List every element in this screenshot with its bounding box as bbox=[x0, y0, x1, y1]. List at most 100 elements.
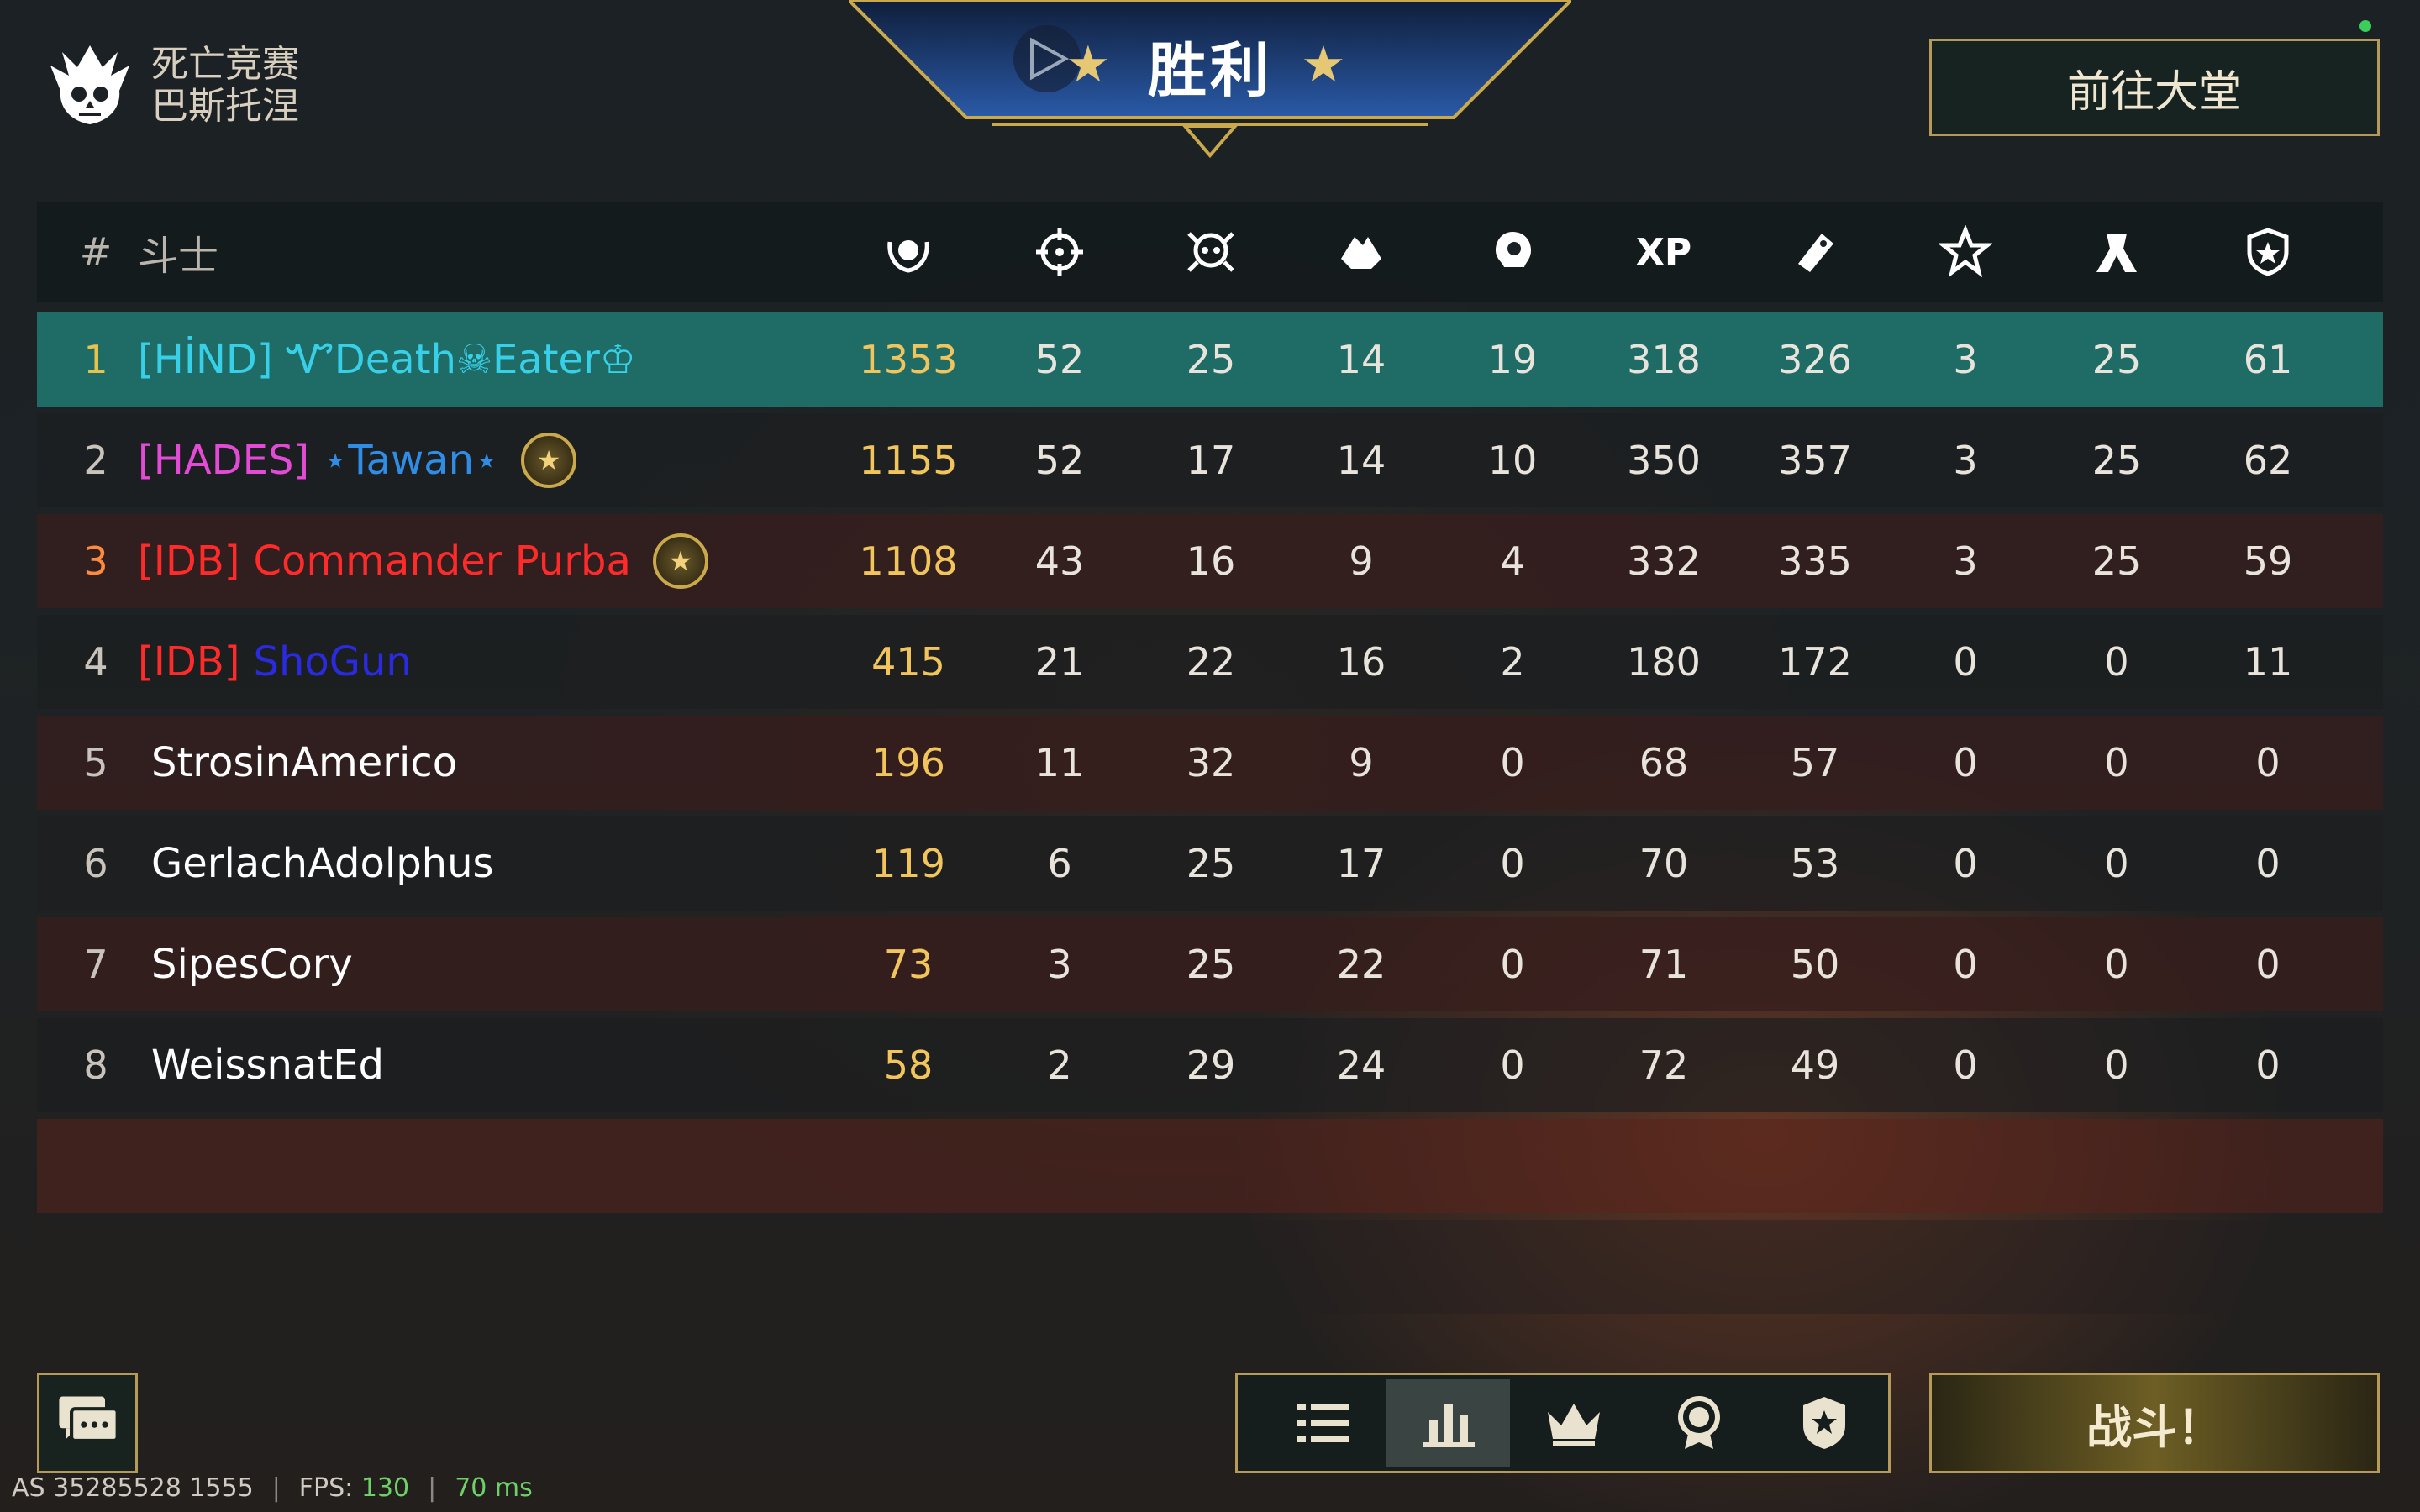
score-value: 73 bbox=[883, 942, 934, 987]
chat-button[interactable] bbox=[37, 1373, 138, 1473]
results-tab-bar bbox=[1235, 1373, 1891, 1473]
player-name-cell[interactable]: GerlachAdolphus bbox=[138, 816, 894, 911]
kills-value: 6 bbox=[1047, 841, 1072, 886]
stars-value: 0 bbox=[1953, 942, 1978, 987]
tab-rewards[interactable] bbox=[1512, 1379, 1635, 1467]
tab-medals[interactable] bbox=[1638, 1379, 1761, 1467]
assists-value: 24 bbox=[1336, 1042, 1386, 1088]
player-name-cell[interactable]: WeissnatEd bbox=[138, 1018, 894, 1112]
fight-button[interactable]: 战斗！ bbox=[1929, 1373, 2380, 1473]
deaths-value: 32 bbox=[1186, 740, 1236, 785]
xp-value: 180 bbox=[1627, 639, 1701, 685]
list-icon bbox=[1297, 1404, 1349, 1442]
star-icon: ★ bbox=[1301, 35, 1346, 94]
tokens-value: 49 bbox=[1790, 1042, 1840, 1088]
player-name: ⋆Tawan⋆ bbox=[323, 437, 500, 484]
star-icon: ★ bbox=[1065, 35, 1111, 94]
shield-value: 62 bbox=[2243, 438, 2293, 483]
stars-value: 3 bbox=[1953, 538, 1978, 584]
clan-tag: [HADES] bbox=[138, 437, 310, 484]
deaths-value: 25 bbox=[1186, 942, 1236, 987]
xp-value: 70 bbox=[1639, 841, 1689, 886]
tokens-value: 57 bbox=[1790, 740, 1840, 785]
assists-value: 16 bbox=[1336, 639, 1386, 685]
player-rank: 1 bbox=[83, 337, 108, 382]
assists-value: 17 bbox=[1336, 841, 1386, 886]
xp-value: 350 bbox=[1627, 438, 1701, 483]
medal-icon bbox=[1678, 1396, 1721, 1449]
kills-value: 43 bbox=[1034, 538, 1085, 584]
rank-badge-icon: ★ bbox=[652, 533, 708, 589]
assists-value: 9 bbox=[1349, 538, 1374, 584]
score-value: 1155 bbox=[859, 438, 958, 483]
assists-value: 22 bbox=[1336, 942, 1386, 987]
shield-value: 0 bbox=[2255, 942, 2281, 987]
assists-value: 14 bbox=[1336, 438, 1386, 483]
score-value: 1353 bbox=[859, 337, 958, 382]
tab-list[interactable] bbox=[1261, 1379, 1385, 1467]
player-row[interactable]: 3 [IDB] Commander Purba ★ 1108 43 16 9 4 332 335 3 2… bbox=[37, 514, 2383, 608]
ping-value: 70 ms bbox=[455, 1473, 533, 1503]
deaths-value: 17 bbox=[1186, 438, 1236, 483]
stars-value: 3 bbox=[1953, 438, 1978, 483]
shield-value: 11 bbox=[2243, 639, 2293, 685]
player-rank: 4 bbox=[83, 639, 108, 685]
empty-row bbox=[37, 1220, 2383, 1314]
xp-value: 71 bbox=[1639, 942, 1689, 987]
deaths-value: 22 bbox=[1186, 639, 1236, 685]
player-row[interactable]: 1 [HİND] ᏉDeath☠Eater♔ 1353 52 25 14 19 318 326 3 2… bbox=[37, 312, 2383, 407]
go-to-lobby-button[interactable]: 前往大堂 bbox=[1929, 39, 2380, 136]
player-name: GerlachAdolphus bbox=[151, 840, 494, 887]
rank-value: 25 bbox=[2091, 337, 2142, 382]
rank-value: 25 bbox=[2091, 538, 2142, 584]
player-row[interactable]: 7 SipesCory 73 3 25 22 0 71 50 0 0 0 bbox=[37, 917, 2383, 1011]
headshots-value: 0 bbox=[1500, 1042, 1525, 1088]
assists-value: 9 bbox=[1349, 740, 1374, 785]
clan-tag: [IDB] bbox=[138, 538, 240, 585]
kills-value: 52 bbox=[1034, 337, 1085, 382]
rank-chevron-icon bbox=[2049, 202, 2184, 302]
headshots-value: 10 bbox=[1487, 438, 1538, 483]
xp-value: 332 bbox=[1627, 538, 1701, 584]
empty-row bbox=[37, 1119, 2383, 1213]
xp-header: XP bbox=[1635, 230, 1692, 274]
player-name-cell[interactable]: SipesCory bbox=[138, 917, 894, 1011]
xp-value: 68 bbox=[1639, 740, 1689, 785]
bar-chart-icon bbox=[1422, 1404, 1475, 1447]
deaths-value: 16 bbox=[1186, 538, 1236, 584]
tokens-value: 50 bbox=[1790, 942, 1840, 987]
player-name: ᏉDeath☠Eater♔ bbox=[286, 335, 636, 383]
shield-icon bbox=[2201, 202, 2335, 302]
scoreboard: # 斗士 XP 1 [HİND] ᏉDeath☠Eater♔ 1353 52 2… bbox=[37, 202, 2383, 1320]
network-status-bar: AS 35285528 1555 | FPS: 130 | 70 ms bbox=[12, 1473, 533, 1503]
player-name: Commander Purba bbox=[253, 538, 631, 585]
server-id: AS 35285528 1555 bbox=[12, 1473, 254, 1503]
headshot-icon bbox=[1445, 202, 1580, 302]
token-icon bbox=[1748, 202, 1882, 302]
rank-value: 25 bbox=[2091, 438, 2142, 483]
rank-value: 0 bbox=[2104, 639, 2129, 685]
player-name-cell[interactable]: StrosinAmerico bbox=[138, 716, 894, 810]
player-name: StrosinAmerico bbox=[151, 739, 458, 786]
stars-value: 3 bbox=[1953, 337, 1978, 382]
xp-value: 72 bbox=[1639, 1042, 1689, 1088]
tab-rank[interactable] bbox=[1763, 1379, 1886, 1467]
clan-tag: [IDB] bbox=[138, 638, 240, 685]
tokens-value: 357 bbox=[1778, 438, 1852, 483]
player-name-cell[interactable]: [IDB] ShoGun bbox=[138, 615, 894, 709]
tab-scoreboard[interactable] bbox=[1386, 1379, 1511, 1467]
skull-deaths-icon bbox=[1144, 202, 1278, 302]
player-row[interactable]: 8 WeissnatEd 58 2 29 24 0 72 49 0 0 0 bbox=[37, 1018, 2383, 1112]
player-name-cell[interactable]: [HİND] ᏉDeath☠Eater♔ bbox=[138, 312, 894, 407]
stars-value: 0 bbox=[1953, 639, 1978, 685]
player-row[interactable]: 6 GerlachAdolphus 119 6 25 17 0 70 53 0 0 0 bbox=[37, 816, 2383, 911]
player-name-cell[interactable]: [IDB] Commander Purba ★ bbox=[138, 514, 894, 608]
player-row[interactable]: 5 StrosinAmerico 196 11 32 9 0 68 57 0 0 0 bbox=[37, 716, 2383, 810]
player-rank: 8 bbox=[83, 1042, 108, 1088]
player-row[interactable]: 4 [IDB] ShoGun 415 21 22 16 2 180 172 0 0 11 bbox=[37, 615, 2383, 709]
rank-badge-icon: ★ bbox=[521, 433, 577, 488]
deaths-value: 25 bbox=[1186, 841, 1236, 886]
player-row[interactable]: 2 [HADES] ⋆Tawan⋆ ★ 1155 52 17 14 10 350 357 3 25 62 bbox=[37, 413, 2383, 507]
rank-value: 0 bbox=[2104, 1042, 2129, 1088]
player-name-cell[interactable]: [HADES] ⋆Tawan⋆ ★ bbox=[138, 413, 894, 507]
